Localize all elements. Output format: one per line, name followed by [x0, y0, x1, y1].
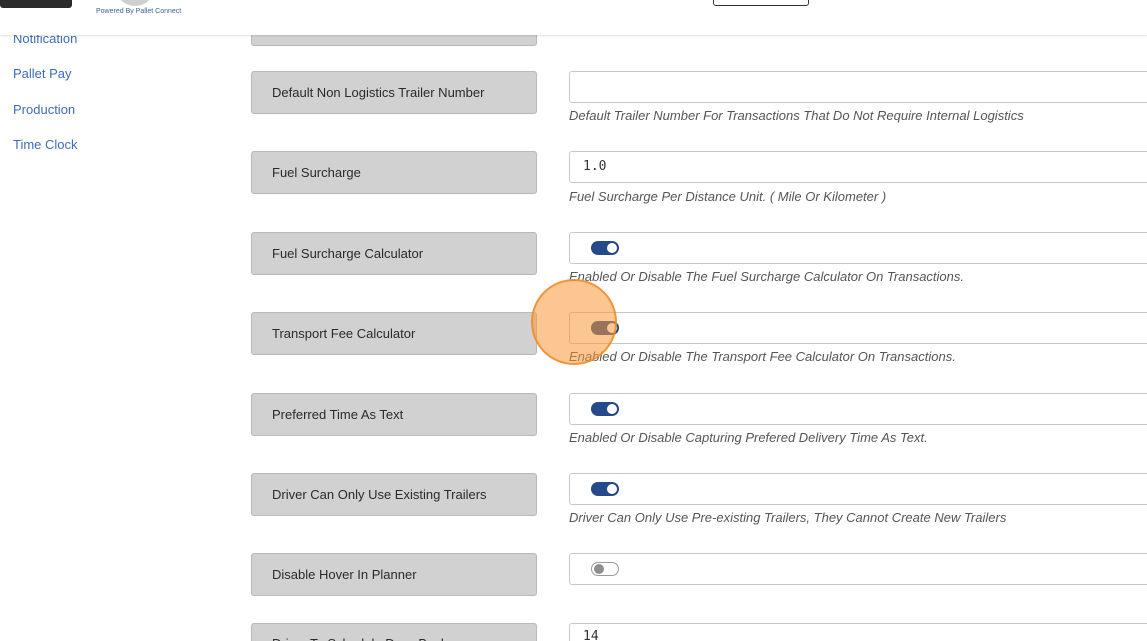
sidebar-item-time-clock[interactable]: Time Clock: [13, 137, 78, 152]
settings-page: Notification Pallet Pay Production Time …: [0, 0, 1147, 641]
top-header: Powered By Pallet Connect: [0, 0, 1147, 35]
preferred-time-as-text-field: [569, 393, 1147, 425]
transport-fee-calculator-toggle[interactable]: [591, 321, 619, 335]
setting-label-default-trailer: Default Non Logistics Trailer Number: [251, 71, 537, 114]
brand-button[interactable]: [0, 0, 72, 8]
toggle-knob: [607, 484, 617, 494]
logo-icon: [115, 0, 155, 6]
preferred-time-as-text-hint: Enabled Or Disable Capturing Prefered De…: [569, 430, 928, 445]
driver-schedule-days-back-input[interactable]: 14: [569, 623, 1147, 641]
fuel-surcharge-calculator-hint: Enabled Or Disable The Fuel Surcharge Ca…: [569, 269, 965, 284]
setting-label-fuel-surcharge: Fuel Surcharge: [251, 151, 537, 194]
driver-schedule-days-back-value: 14: [583, 629, 599, 641]
disable-hover-in-planner-toggle[interactable]: [591, 562, 619, 576]
toggle-knob: [607, 243, 617, 253]
disable-hover-in-planner-field: [569, 553, 1147, 585]
fuel-surcharge-value: 1.0: [583, 159, 607, 174]
fuel-surcharge-input[interactable]: 1.0: [569, 151, 1147, 183]
setting-label-disable-hover-in-planner: Disable Hover In Planner: [251, 553, 537, 596]
setting-label-transport-fee-calculator: Transport Fee Calculator: [251, 312, 537, 355]
driver-existing-trailers-hint: Driver Can Only Use Pre-existing Trailer…: [569, 510, 1007, 525]
fuel-surcharge-calculator-field: [569, 232, 1147, 264]
setting-label-driver-existing-trailers: Driver Can Only Use Existing Trailers: [251, 473, 537, 516]
transport-fee-calculator-field: [569, 312, 1147, 344]
driver-existing-trailers-toggle[interactable]: [591, 482, 619, 496]
setting-label-preferred-time-as-text: Preferred Time As Text: [251, 393, 537, 436]
setting-label-fuel-surcharge-calculator: Fuel Surcharge Calculator: [251, 232, 537, 275]
default-trailer-number-input[interactable]: [569, 71, 1147, 103]
preferred-time-as-text-toggle[interactable]: [591, 402, 619, 416]
toggle-knob: [607, 404, 617, 414]
transport-fee-calculator-hint: Enabled Or Disable The Transport Fee Cal…: [569, 349, 956, 364]
driver-existing-trailers-field: [569, 473, 1147, 505]
fuel-surcharge-hint: Fuel Surcharge Per Distance Unit. ( Mile…: [569, 189, 887, 204]
toggle-knob: [607, 323, 617, 333]
powered-by-text: Powered By Pallet Connect: [96, 8, 182, 15]
sidebar: Notification Pallet Pay Production Time …: [0, 0, 200, 641]
toggle-knob: [594, 564, 604, 574]
setting-label-driver-schedule-days-back: Driver To Schedule Days Back: [251, 623, 537, 641]
default-trailer-hint: Default Trailer Number For Transactions …: [569, 108, 1024, 123]
sidebar-item-production[interactable]: Production: [13, 102, 75, 117]
sidebar-item-pallet-pay[interactable]: Pallet Pay: [13, 66, 72, 81]
header-button[interactable]: [713, 0, 809, 6]
fuel-surcharge-calculator-toggle[interactable]: [591, 241, 619, 255]
